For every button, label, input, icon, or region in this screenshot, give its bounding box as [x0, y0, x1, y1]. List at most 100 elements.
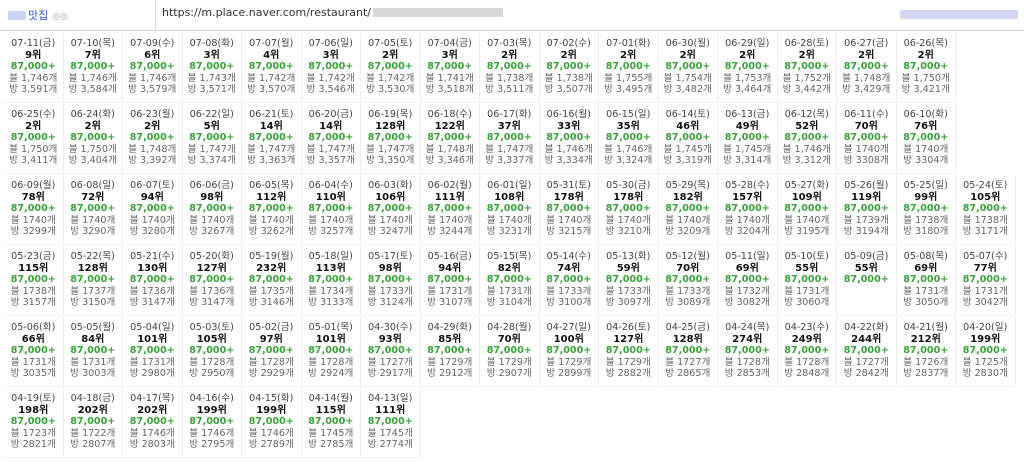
- day-date: 05-05(월): [70, 322, 115, 333]
- day-cell: 05-22(목) 128위 87,000+ 블 1737개 방 3150개: [63, 246, 123, 316]
- day-date: 05-28(수): [725, 180, 770, 191]
- day-price: 87,000+: [962, 203, 1008, 215]
- day-blog: 블 1733개: [665, 285, 711, 297]
- day-blog: 블 1,747개: [306, 143, 355, 155]
- day-rank: 99위: [914, 191, 938, 203]
- day-date: 06-22(일): [189, 109, 234, 120]
- day-blog: 블 1729개: [486, 356, 532, 368]
- brand-link[interactable]: 맛집 ◎◎: [8, 7, 68, 23]
- day-date: 07-09(수): [130, 38, 175, 49]
- day-price: 87,000+: [724, 132, 770, 144]
- day-cell: 05-13(화) 59위 87,000+ 블 1733개 방 3097개: [599, 246, 659, 316]
- day-rank: 178위: [553, 191, 584, 203]
- day-blog: 블 1,745개: [663, 143, 712, 155]
- day-cell: 05-16(금) 94위 87,000+ 블 1731개 방 3107개: [420, 246, 480, 316]
- day-date: 07-07(월): [249, 38, 294, 49]
- day-visit: 방 2848개: [784, 368, 830, 380]
- day-visit: 방 3,495개: [604, 84, 653, 96]
- day-blog: 블 1,747개: [485, 143, 534, 155]
- day-date: 05-18(일): [308, 251, 353, 262]
- day-visit: 방 3147개: [129, 297, 175, 309]
- day-price: 87,000+: [367, 132, 413, 144]
- day-cell: 07-06(일) 3위 87,000+ 블 1,742개 방 3,546개: [301, 33, 361, 103]
- day-date: 05-19(월): [249, 251, 294, 262]
- day-blog: 블 1731개: [962, 285, 1008, 297]
- day-visit: 방 3147개: [189, 297, 235, 309]
- day-price: 87,000+: [248, 416, 294, 428]
- day-blog: 블 1,738개: [485, 72, 534, 84]
- day-blog: 블 1731개: [129, 356, 175, 368]
- day-blog: 블 1738개: [10, 285, 56, 297]
- day-blog: 블 1,752개: [782, 72, 831, 84]
- day-date: 05-31(토): [546, 180, 591, 191]
- grid-row: 06-25(수) 2위 87,000+ 블 1,750개 방 3,411개 06-24(화…: [4, 104, 1020, 174]
- day-price: 87,000+: [129, 61, 175, 73]
- day-date: 05-02(금): [249, 322, 294, 333]
- day-rank: 98위: [378, 262, 402, 274]
- url-field[interactable]: https://m.place.naver.com/restaurant/: [162, 6, 503, 19]
- day-visit: 방 3,312개: [782, 155, 831, 167]
- day-cell: 06-12(목) 52위 87,000+ 블 1,746개 방 3,312개: [777, 104, 837, 174]
- day-cell: 06-07(토) 94위 87,000+ 블 1740개 방 3280개: [123, 175, 183, 245]
- day-blog: 블 1739개: [843, 214, 889, 226]
- day-price: 87,000+: [10, 203, 56, 215]
- day-visit: 방 3262개: [248, 226, 294, 238]
- day-visit: 방 3290개: [70, 226, 116, 238]
- day-rank: 77위: [973, 262, 997, 274]
- day-cell: 05-05(월) 84위 87,000+ 블 1731개 방 3003개: [63, 317, 123, 387]
- day-price: 87,000+: [903, 132, 949, 144]
- day-blog: 블 1740개: [189, 214, 235, 226]
- day-date: 05-27(화): [784, 180, 829, 191]
- day-cell: 05-19(월) 232위 87,000+ 블 1735개 방 3146개: [242, 246, 302, 316]
- day-date: 06-03(화): [368, 180, 413, 191]
- day-price: 87,000+: [10, 132, 56, 144]
- day-price: 87,000+: [367, 416, 413, 428]
- day-blog: 블 1,741개: [425, 72, 474, 84]
- day-price: 87,000+: [605, 345, 651, 357]
- day-blog: 블 1732개: [724, 285, 770, 297]
- day-date: 04-13(일): [368, 393, 413, 404]
- day-price: 87,000+: [843, 132, 889, 144]
- day-visit: 방 3299개: [10, 226, 56, 238]
- day-rank: 2위: [739, 49, 756, 61]
- day-rank: 128위: [672, 333, 703, 345]
- day-date: 07-08(화): [189, 38, 234, 49]
- day-date: 06-17(화): [487, 109, 532, 120]
- day-cell: 05-23(금) 115위 87,000+ 블 1738개 방 3157개: [4, 246, 64, 316]
- day-date: 06-18(수): [427, 109, 472, 120]
- day-price: 87,000+: [903, 345, 949, 357]
- day-cell: 06-08(일) 72위 87,000+ 블 1740개 방 3290개: [63, 175, 123, 245]
- day-visit: 방 3,518개: [425, 84, 474, 96]
- day-date: 05-15(목): [487, 251, 532, 262]
- day-visit: 방 2774개: [367, 439, 413, 451]
- day-price: 87,000+: [843, 345, 889, 357]
- day-cell: 07-11(금) 9위 87,000+ 블 1,746개 방 3,591개: [4, 33, 64, 103]
- day-rank: 105위: [970, 191, 1001, 203]
- day-cell: 06-27(금) 2위 87,000+ 블 1,748개 방 3,429개: [837, 33, 897, 103]
- day-blog: 블 1745개: [367, 427, 413, 439]
- day-visit: 방 2795개: [189, 439, 235, 451]
- day-blog: 블 1733개: [605, 285, 651, 297]
- day-blog: 블 1727개: [843, 356, 889, 368]
- day-visit: 방 3,314개: [723, 155, 772, 167]
- day-visit: 방 2929개: [248, 368, 294, 380]
- day-visit: 방 3,429개: [842, 84, 891, 96]
- day-visit: 방 2803개: [129, 439, 175, 451]
- day-price: 87,000+: [665, 132, 711, 144]
- day-visit: 방 3180개: [903, 226, 949, 238]
- day-price: 87,000+: [546, 203, 592, 215]
- day-visit: 방 3267개: [189, 226, 235, 238]
- day-cell: 04-25(금) 128위 87,000+ 블 1727개 방 2865개: [658, 317, 718, 387]
- top-bar: 맛집 ◎◎ https://m.place.naver.com/restauran…: [0, 0, 1024, 31]
- day-rank: 101위: [137, 333, 168, 345]
- day-price: 87,000+: [843, 274, 889, 286]
- day-visit: 방 3,319개: [663, 155, 712, 167]
- day-price: 87,000+: [70, 416, 116, 428]
- day-date: 04-23(수): [784, 322, 829, 333]
- day-date: 06-24(화): [70, 109, 115, 120]
- day-price: 87,000+: [546, 61, 592, 73]
- day-price: 87,000+: [70, 61, 116, 73]
- day-rank: 14위: [319, 120, 343, 132]
- day-rank: 3위: [441, 49, 458, 61]
- day-price: 87,000+: [665, 203, 711, 215]
